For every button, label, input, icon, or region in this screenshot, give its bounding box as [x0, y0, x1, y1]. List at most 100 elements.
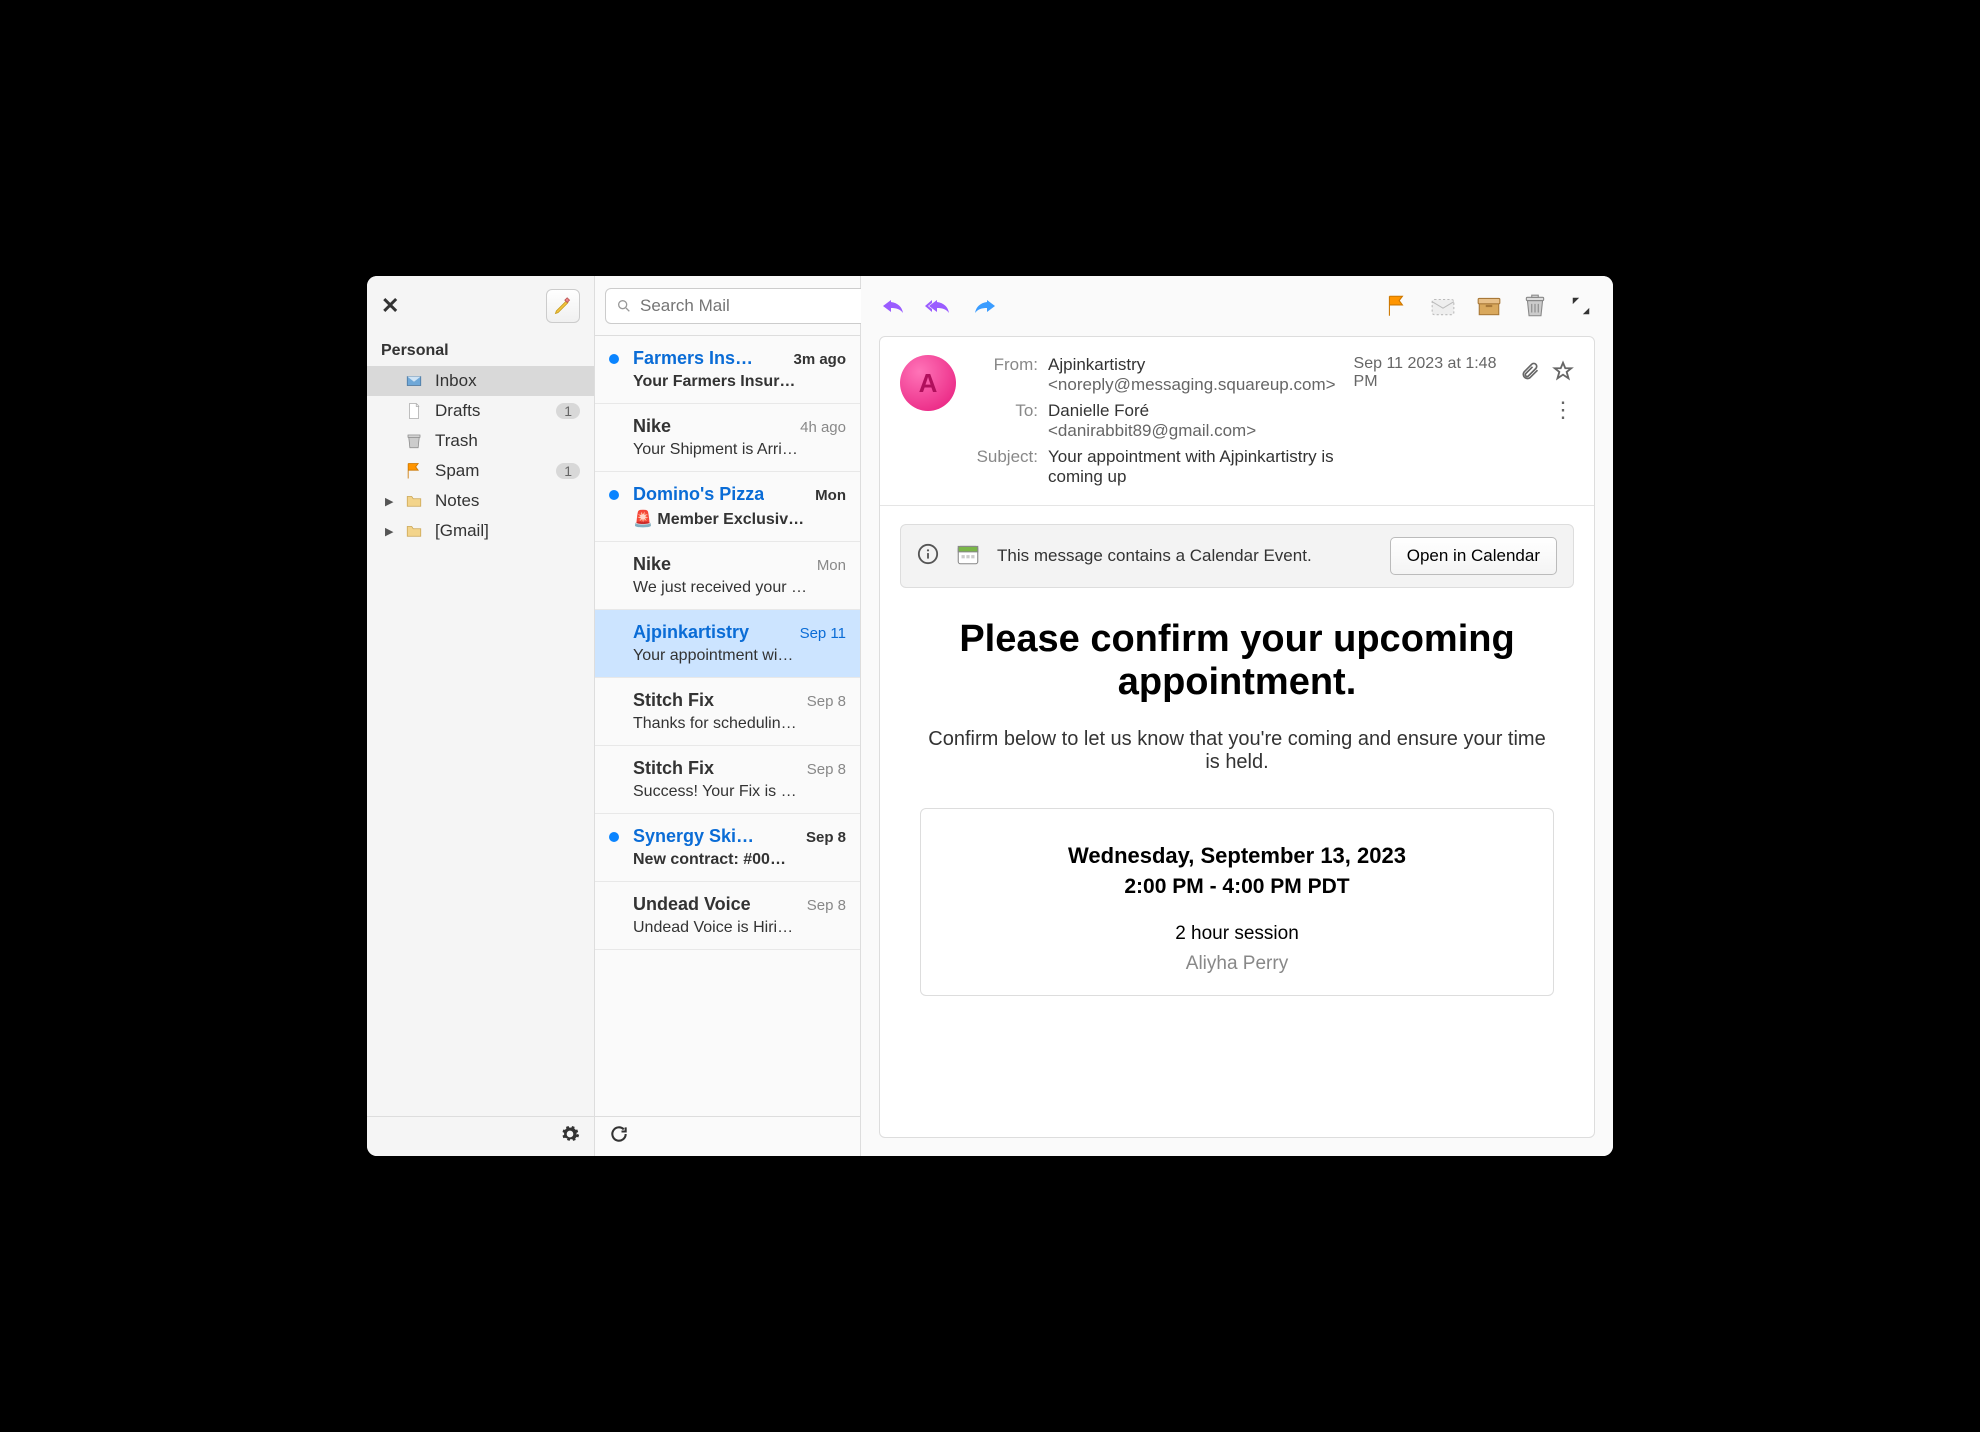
folder-icon — [403, 522, 425, 540]
reply-all-button[interactable] — [925, 292, 953, 320]
close-icon[interactable]: ✕ — [381, 293, 399, 319]
reply-button[interactable] — [879, 292, 907, 320]
trash-icon — [403, 432, 425, 450]
forward-button[interactable] — [971, 292, 999, 320]
message-subject: New contract: #00… — [633, 851, 846, 869]
unread-dot-icon — [609, 832, 619, 842]
flag-icon — [403, 462, 425, 480]
search-input[interactable] — [640, 296, 861, 316]
header-fields: From: Ajpinkartistry<noreply@messaging.s… — [974, 355, 1336, 487]
body-subtext: Confirm below to let us know that you're… — [920, 728, 1554, 774]
message-date: Mon — [815, 487, 846, 504]
sidebar-bottom — [367, 1116, 594, 1156]
to-address: <danirabbit89@gmail.com> — [1048, 421, 1256, 440]
disclosure-icon[interactable]: ▶ — [385, 525, 393, 538]
message-sender: Farmers Ins… — [633, 348, 753, 369]
message-list: Farmers Ins… 3m ago Your Farmers Insur… Nik… — [595, 336, 860, 1116]
message-date: Sep 8 — [807, 761, 846, 778]
folder-item[interactable]: ▶ Notes — [367, 486, 594, 516]
open-calendar-button[interactable]: Open in Calendar — [1390, 537, 1557, 575]
attachment-icon[interactable] — [1520, 361, 1540, 386]
folder-item[interactable]: ▶[Gmail] — [367, 516, 594, 546]
from-address: <noreply@messaging.squareup.com> — [1048, 375, 1336, 394]
message-date: Sep 8 — [807, 693, 846, 710]
message-date: Sep 8 — [806, 829, 846, 846]
message-list-bottom — [595, 1116, 860, 1156]
message-item[interactable]: Nike4h agoYour Shipment is Arri… — [595, 404, 860, 472]
compose-button[interactable] — [546, 289, 580, 323]
message-item[interactable]: Stitch FixSep 8Success! Your Fix is … — [595, 746, 860, 814]
mark-read-button[interactable] — [1429, 292, 1457, 320]
folder-item[interactable]: Drafts1 — [367, 396, 594, 426]
folder-label: Notes — [435, 491, 479, 511]
sidebar: ✕ Personal InboxDrafts1TrashSpam1▶Notes▶… — [367, 276, 595, 1156]
reader-toolbar — [861, 276, 1613, 336]
delete-button[interactable] — [1521, 292, 1549, 320]
appointment-box: Wednesday, September 13, 2023 2:00 PM - … — [920, 808, 1554, 996]
archive-button[interactable] — [1475, 292, 1503, 320]
message-item[interactable]: Stitch Fix Sep 8 Thanks for schedulin… — [595, 678, 860, 746]
pencil-icon — [553, 296, 573, 316]
folder-item[interactable]: Inbox — [367, 366, 594, 396]
unread-dot-icon — [609, 490, 619, 500]
from-name: Ajpinkartistry — [1048, 355, 1145, 374]
message-subject: Your Farmers Insur… — [633, 373, 846, 391]
file-icon — [403, 402, 425, 420]
message-subject: Success! Your Fix is … — [633, 783, 846, 801]
appointment-person: Aliyha Perry — [941, 953, 1533, 975]
account-label: Personal — [367, 336, 594, 366]
message-item[interactable]: Domino's PizzaMon🚨 Member Exclusiv… — [595, 472, 860, 542]
body-heading: Please confirm your upcoming appointment… — [920, 618, 1554, 704]
appointment-date: Wednesday, September 13, 2023 — [941, 843, 1533, 869]
folder-item[interactable]: Spam1 — [367, 456, 594, 486]
banner-text: This message contains a Calendar Event. — [997, 546, 1374, 566]
message-item[interactable]: Ajpinkartistry Sep 11 Your appointment wi… — [595, 610, 860, 678]
calendar-icon — [955, 541, 981, 572]
subject-value: Your appointment with Ajpinkartistry is … — [1048, 447, 1336, 487]
search-row — [595, 276, 860, 336]
message-sender: Synergy Ski… — [633, 826, 754, 847]
message-header: A From: Ajpinkartistry<noreply@messaging… — [880, 337, 1594, 506]
folder-label: Inbox — [435, 371, 477, 391]
reader-pane: A From: Ajpinkartistry<noreply@messaging… — [861, 276, 1613, 1156]
message-sender: Stitch Fix — [633, 690, 714, 711]
inbox-icon — [403, 372, 425, 390]
folder-count: 1 — [556, 463, 580, 479]
message-item[interactable]: Farmers Ins… 3m ago Your Farmers Insur… — [595, 336, 860, 404]
message-subject: Thanks for schedulin… — [633, 715, 846, 733]
message-sender: Ajpinkartistry — [633, 622, 749, 643]
refresh-icon[interactable] — [609, 1124, 629, 1150]
search-icon — [616, 298, 632, 314]
message-item[interactable]: Synergy Ski… Sep 8 New contract: #00… — [595, 814, 860, 882]
message-item[interactable]: Undead VoiceSep 8Undead Voice is Hiri… — [595, 882, 860, 950]
calendar-banner: This message contains a Calendar Event. … — [900, 524, 1574, 588]
message-sender: Undead Voice — [633, 894, 751, 915]
subject-label: Subject: — [974, 447, 1038, 487]
message-date: 4h ago — [800, 419, 846, 436]
disclosure-icon[interactable]: ▶ — [385, 495, 393, 508]
folder-icon — [403, 492, 425, 510]
to-name: Danielle Foré — [1048, 401, 1149, 420]
flag-button[interactable] — [1383, 292, 1411, 320]
sidebar-top: ✕ — [367, 276, 594, 336]
info-icon — [917, 543, 939, 570]
message-item[interactable]: NikeMonWe just received your … — [595, 542, 860, 610]
more-icon[interactable]: ⋮ — [1552, 405, 1574, 415]
star-icon[interactable] — [1552, 360, 1574, 387]
gear-icon[interactable] — [560, 1124, 580, 1150]
search-box[interactable] — [605, 288, 872, 324]
message-date: 3m ago — [793, 351, 846, 368]
avatar: A — [900, 355, 956, 411]
unread-dot-icon — [609, 354, 619, 364]
app-window: ✕ Personal InboxDrafts1TrashSpam1▶Notes▶… — [367, 276, 1613, 1156]
fullscreen-button[interactable] — [1567, 292, 1595, 320]
to-label: To: — [974, 401, 1038, 441]
appointment-duration: 2 hour session — [941, 923, 1533, 945]
folder-label: Trash — [435, 431, 478, 451]
message-subject: Your Shipment is Arri… — [633, 441, 846, 459]
message-subject: Your appointment wi… — [633, 647, 846, 665]
message-sender: Nike — [633, 554, 671, 575]
message-subject: Undead Voice is Hiri… — [633, 919, 846, 937]
folder-item[interactable]: Trash — [367, 426, 594, 456]
message-date: Sep 11 — [800, 625, 846, 642]
